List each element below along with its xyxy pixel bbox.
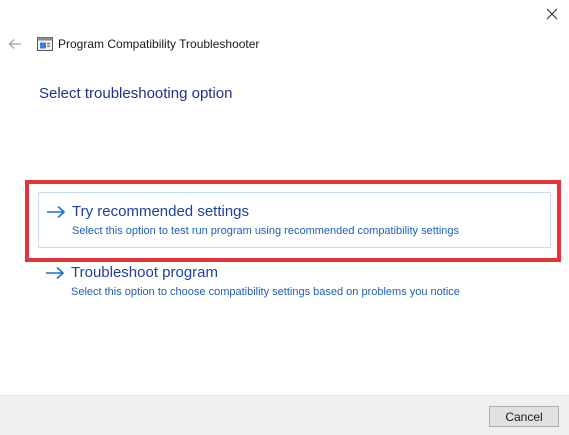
window-title: Program Compatibility Troubleshooter <box>58 37 260 51</box>
option-title: Try recommended settings <box>72 203 250 220</box>
arrow-right-icon <box>47 205 66 219</box>
page-heading: Select troubleshooting option <box>39 85 233 102</box>
option-description: Select this option to test run program u… <box>72 225 460 237</box>
troubleshooter-app-icon <box>37 37 53 51</box>
close-button[interactable] <box>535 0 569 28</box>
option-title: Troubleshoot program <box>71 264 219 281</box>
option-troubleshoot-program[interactable]: Troubleshoot program Select this option … <box>38 254 551 310</box>
back-arrow-icon <box>8 39 21 49</box>
footer-bar: Cancel <box>0 395 569 435</box>
troubleshooter-window: Program Compatibility Troubleshooter Sel… <box>0 0 569 435</box>
arrow-right-icon <box>46 266 65 280</box>
cancel-button[interactable]: Cancel <box>489 406 559 427</box>
option-try-recommended-settings[interactable]: Try recommended settings Select this opt… <box>38 192 551 248</box>
title-bar: Program Compatibility Troubleshooter <box>0 33 569 55</box>
option-description: Select this option to choose compatibili… <box>71 286 460 298</box>
back-button[interactable] <box>6 35 24 53</box>
close-icon <box>546 8 558 20</box>
